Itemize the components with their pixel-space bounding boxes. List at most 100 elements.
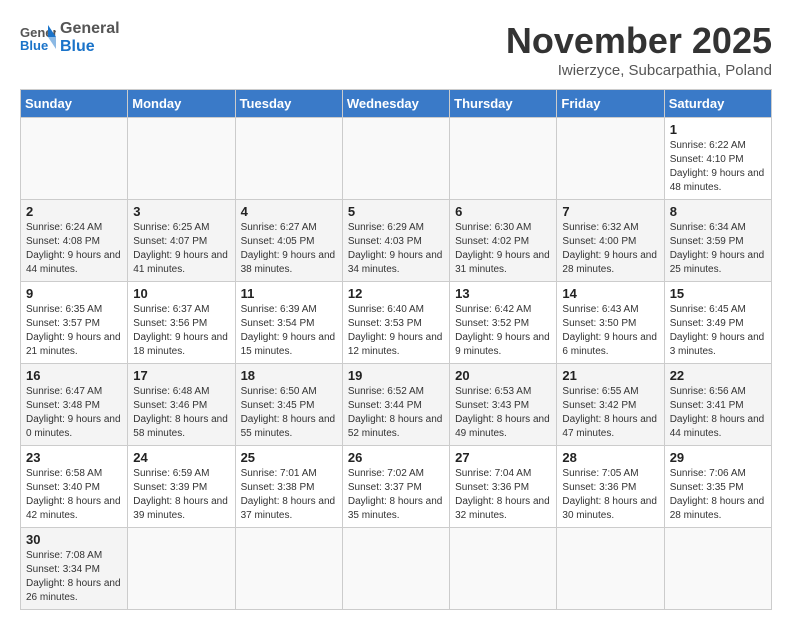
calendar-cell: 17Sunrise: 6:48 AM Sunset: 3:46 PM Dayli… (128, 364, 235, 446)
calendar-cell (21, 118, 128, 200)
logo: General Blue General Blue (20, 20, 120, 55)
calendar-cell (128, 528, 235, 610)
day-number: 26 (348, 450, 444, 465)
calendar-week-row: 23 Sunrise: 6:58 AM Sunset: 3:40 PM Dayli… (21, 446, 772, 528)
calendar-week-row: 30 Sunrise: 7:08 AM Sunset: 3:34 PM Dayli… (21, 528, 772, 610)
day-info: Sunrise: 7:02 AM Sunset: 3:37 PM Dayligh… (348, 467, 444, 523)
day-info: Sunrise: 6:59 AM Sunset: 3:39 PM Dayligh… (133, 467, 229, 523)
calendar-cell (342, 118, 449, 200)
day-number: 30 (26, 532, 122, 547)
day-info: Sunrise: 6:58 AM Sunset: 3:40 PM Dayligh… (26, 467, 122, 523)
day-number: 22 (670, 368, 766, 383)
day-number: 15 (670, 286, 766, 301)
day-info: Sunrise: 6:47 AM Sunset: 3:48 PM Dayligh… (26, 385, 122, 441)
logo-blue: Blue (60, 38, 120, 56)
day-number: 29 (670, 450, 766, 465)
day-header-sunday: Sunday (21, 90, 128, 118)
calendar-cell (557, 118, 664, 200)
title-block: November 2025 Iwierzyce, Subcarpathia, P… (506, 20, 772, 79)
day-info: Sunrise: 6:39 AM Sunset: 3:54 PM Dayligh… (241, 303, 337, 359)
calendar-cell: 7Sunrise: 6:32 AM Sunset: 4:00 PM Daylig… (557, 200, 664, 282)
svg-text:Blue: Blue (20, 38, 48, 53)
day-info: Sunrise: 7:01 AM Sunset: 3:38 PM Dayligh… (241, 467, 337, 523)
day-number: 19 (348, 368, 444, 383)
day-number: 9 (26, 286, 122, 301)
day-header-thursday: Thursday (450, 90, 557, 118)
day-info: Sunrise: 6:43 AM Sunset: 3:50 PM Dayligh… (562, 303, 658, 359)
day-info: Sunrise: 6:50 AM Sunset: 3:45 PM Dayligh… (241, 385, 337, 441)
day-number: 6 (455, 204, 551, 219)
day-header-monday: Monday (128, 90, 235, 118)
calendar-cell: 25 Sunrise: 7:01 AM Sunset: 3:38 PM Dayli… (235, 446, 342, 528)
day-info: Sunrise: 7:06 AM Sunset: 3:35 PM Dayligh… (670, 467, 766, 523)
calendar-week-row: 2 Sunrise: 6:24 AM Sunset: 4:08 PM Daylig… (21, 200, 772, 282)
day-number: 23 (26, 450, 122, 465)
location-subtitle: Iwierzyce, Subcarpathia, Poland (506, 62, 772, 79)
day-number: 24 (133, 450, 229, 465)
day-info: Sunrise: 6:35 AM Sunset: 3:57 PM Dayligh… (26, 303, 122, 359)
calendar-cell: 16 Sunrise: 6:47 AM Sunset: 3:48 PM Dayli… (21, 364, 128, 446)
calendar-cell: 11 Sunrise: 6:39 AM Sunset: 3:54 PM Dayli… (235, 282, 342, 364)
calendar-cell: 13 Sunrise: 6:42 AM Sunset: 3:52 PM Dayli… (450, 282, 557, 364)
day-header-saturday: Saturday (664, 90, 771, 118)
calendar-cell: 3Sunrise: 6:25 AM Sunset: 4:07 PM Daylig… (128, 200, 235, 282)
day-number: 16 (26, 368, 122, 383)
calendar-cell: 5 Sunrise: 6:29 AM Sunset: 4:03 PM Daylig… (342, 200, 449, 282)
day-info: Sunrise: 6:25 AM Sunset: 4:07 PM Dayligh… (133, 221, 229, 277)
calendar-cell: 18 Sunrise: 6:50 AM Sunset: 3:45 PM Dayli… (235, 364, 342, 446)
calendar-cell: 9 Sunrise: 6:35 AM Sunset: 3:57 PM Daylig… (21, 282, 128, 364)
calendar-cell: 21 Sunrise: 6:55 AM Sunset: 3:42 PM Dayli… (557, 364, 664, 446)
calendar-cell: 15Sunrise: 6:45 AM Sunset: 3:49 PM Dayli… (664, 282, 771, 364)
day-number: 7 (562, 204, 658, 219)
month-title: November 2025 (506, 20, 772, 62)
day-number: 25 (241, 450, 337, 465)
day-info: Sunrise: 6:56 AM Sunset: 3:41 PM Dayligh… (670, 385, 766, 441)
day-number: 27 (455, 450, 551, 465)
calendar-cell: 10Sunrise: 6:37 AM Sunset: 3:56 PM Dayli… (128, 282, 235, 364)
calendar-cell: 24 Sunrise: 6:59 AM Sunset: 3:39 PM Dayli… (128, 446, 235, 528)
day-info: Sunrise: 6:22 AM Sunset: 4:10 PM Dayligh… (670, 139, 766, 195)
day-info: Sunrise: 6:34 AM Sunset: 3:59 PM Dayligh… (670, 221, 766, 277)
day-number: 5 (348, 204, 444, 219)
day-number: 18 (241, 368, 337, 383)
day-number: 20 (455, 368, 551, 383)
day-number: 12 (348, 286, 444, 301)
calendar-cell (235, 528, 342, 610)
day-number: 17 (133, 368, 229, 383)
day-number: 11 (241, 286, 337, 301)
calendar-cell: 22 Sunrise: 6:56 AM Sunset: 3:41 PM Dayli… (664, 364, 771, 446)
calendar-cell (450, 528, 557, 610)
day-header-tuesday: Tuesday (235, 90, 342, 118)
calendar-week-row: 1 Sunrise: 6:22 AM Sunset: 4:10 PM Daylig… (21, 118, 772, 200)
day-info: Sunrise: 6:29 AM Sunset: 4:03 PM Dayligh… (348, 221, 444, 277)
calendar-cell: 4Sunrise: 6:27 AM Sunset: 4:05 PM Daylig… (235, 200, 342, 282)
calendar-cell (557, 528, 664, 610)
day-header-friday: Friday (557, 90, 664, 118)
calendar-cell: 6 Sunrise: 6:30 AM Sunset: 4:02 PM Daylig… (450, 200, 557, 282)
day-number: 1 (670, 122, 766, 137)
calendar-cell (450, 118, 557, 200)
logo-general: General (60, 20, 120, 38)
day-info: Sunrise: 6:55 AM Sunset: 3:42 PM Dayligh… (562, 385, 658, 441)
calendar-week-row: 16 Sunrise: 6:47 AM Sunset: 3:48 PM Dayli… (21, 364, 772, 446)
day-info: Sunrise: 6:52 AM Sunset: 3:44 PM Dayligh… (348, 385, 444, 441)
calendar-table: SundayMondayTuesdayWednesdayThursdayFrid… (20, 89, 772, 610)
calendar-cell: 2 Sunrise: 6:24 AM Sunset: 4:08 PM Daylig… (21, 200, 128, 282)
day-number: 10 (133, 286, 229, 301)
day-info: Sunrise: 6:42 AM Sunset: 3:52 PM Dayligh… (455, 303, 551, 359)
day-info: Sunrise: 7:05 AM Sunset: 3:36 PM Dayligh… (562, 467, 658, 523)
day-number: 4 (241, 204, 337, 219)
calendar-cell: 27Sunrise: 7:04 AM Sunset: 3:36 PM Dayli… (450, 446, 557, 528)
calendar-cell (342, 528, 449, 610)
calendar-week-row: 9 Sunrise: 6:35 AM Sunset: 3:57 PM Daylig… (21, 282, 772, 364)
day-header-wednesday: Wednesday (342, 90, 449, 118)
day-number: 21 (562, 368, 658, 383)
day-info: Sunrise: 7:08 AM Sunset: 3:34 PM Dayligh… (26, 549, 122, 605)
calendar-cell: 28Sunrise: 7:05 AM Sunset: 3:36 PM Dayli… (557, 446, 664, 528)
day-number: 2 (26, 204, 122, 219)
day-info: Sunrise: 6:24 AM Sunset: 4:08 PM Dayligh… (26, 221, 122, 277)
day-info: Sunrise: 6:30 AM Sunset: 4:02 PM Dayligh… (455, 221, 551, 277)
day-number: 13 (455, 286, 551, 301)
calendar-cell (128, 118, 235, 200)
calendar-cell: 23 Sunrise: 6:58 AM Sunset: 3:40 PM Dayli… (21, 446, 128, 528)
